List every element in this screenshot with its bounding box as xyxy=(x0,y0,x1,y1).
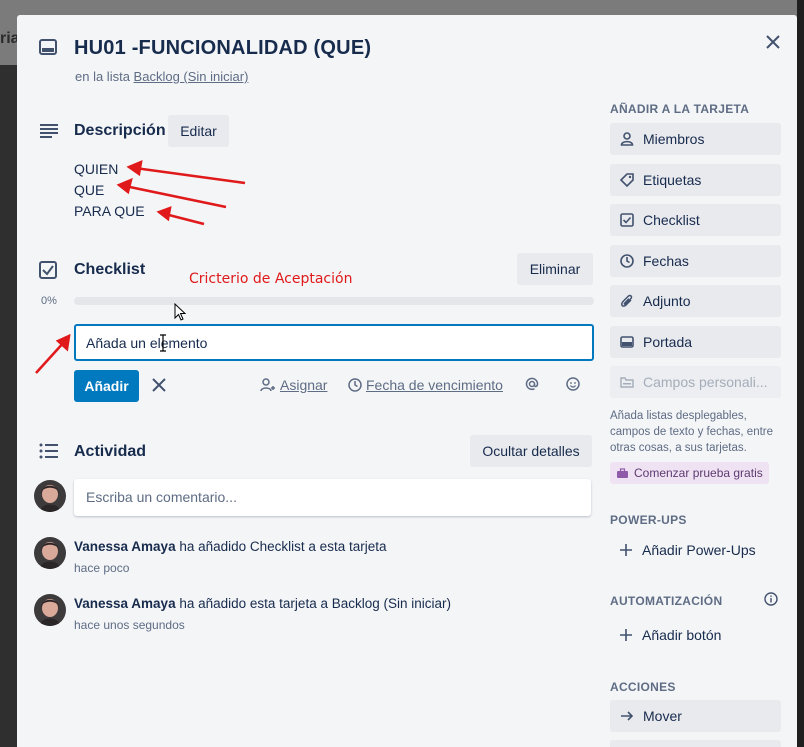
attachment-label: Adjunto xyxy=(643,293,691,309)
custom-fields-label: Campos personali... xyxy=(643,374,768,390)
close-button[interactable] xyxy=(762,31,784,53)
person-add-icon xyxy=(260,378,275,392)
card-cover-icon xyxy=(620,336,634,348)
due-date-label: Fecha de vencimiento xyxy=(366,377,503,393)
add-checklist-item-button[interactable]: Añadir xyxy=(74,370,139,402)
mouse-pointer-icon xyxy=(174,303,187,321)
mention-icon[interactable] xyxy=(525,377,539,391)
members-button[interactable]: Miembros xyxy=(610,123,781,155)
text-cursor-icon xyxy=(160,334,166,352)
labels-label: Etiquetas xyxy=(643,172,702,188)
add-button-label: Añadir botón xyxy=(642,627,722,643)
dates-label: Fechas xyxy=(643,253,689,269)
move-label: Mover xyxy=(643,708,682,724)
start-trial-button[interactable]: Comenzar prueba gratis xyxy=(610,462,769,484)
checklist-label: Checklist xyxy=(643,212,700,228)
arrow-right-icon xyxy=(621,711,634,721)
close-icon xyxy=(152,378,166,392)
clock-icon xyxy=(620,254,634,268)
cancel-add-item-button[interactable] xyxy=(151,377,167,393)
dates-button[interactable]: Fechas xyxy=(610,245,781,277)
tag-icon xyxy=(620,173,634,187)
briefcase-icon xyxy=(617,467,628,478)
powerups-heading: POWER-UPS xyxy=(610,513,687,527)
attachment-button[interactable]: Adjunto xyxy=(610,285,781,317)
delete-checklist-button[interactable]: Eliminar xyxy=(517,253,593,285)
activity-action: ha añadido Checklist a esta tarjeta xyxy=(179,539,387,554)
checklist-icon xyxy=(39,261,57,279)
plus-icon xyxy=(620,629,632,641)
person-icon xyxy=(620,132,634,146)
checklist-progress-label: 0% xyxy=(41,295,57,307)
annotation-arrow xyxy=(164,212,205,226)
members-label: Miembros xyxy=(643,131,705,147)
board-backdrop-left xyxy=(0,65,17,747)
next-action-button[interactable] xyxy=(610,740,781,747)
checklist-button[interactable]: Checklist xyxy=(610,204,781,236)
labels-button[interactable]: Etiquetas xyxy=(610,164,781,196)
avatar xyxy=(34,594,66,626)
activity-action: ha añadido esta tarjeta a Backlog (Sin i… xyxy=(179,596,451,611)
clock-icon xyxy=(348,378,362,392)
custom-fields-icon xyxy=(620,377,634,388)
arrowhead xyxy=(116,177,133,195)
info-icon[interactable] xyxy=(764,592,778,606)
acceptance-criteria-annotation: Cricterio de Aceptación xyxy=(189,271,353,287)
checklist-progress-bar xyxy=(74,297,594,305)
comment-input[interactable]: Escriba un comentario... xyxy=(74,479,591,516)
annotation-arrow xyxy=(134,166,246,185)
activity-entry: Vanessa Amaya ha añadido esta tarjeta a … xyxy=(74,596,451,611)
assign-button[interactable]: Asignar xyxy=(260,377,327,393)
board-backdrop-right xyxy=(797,0,804,747)
cover-button[interactable]: Portada xyxy=(610,326,781,358)
automation-heading: AUTOMATIZACIÓN xyxy=(610,594,723,608)
actions-heading: ACCIONES xyxy=(610,680,676,694)
close-icon xyxy=(766,35,780,49)
start-trial-label: Comenzar prueba gratis xyxy=(634,466,763,480)
activity-user[interactable]: Vanessa Amaya xyxy=(74,596,176,611)
checklist-heading: Checklist xyxy=(74,261,146,278)
add-to-card-heading: AÑADIR A LA TARJETA xyxy=(610,102,750,116)
paperclip-icon xyxy=(620,294,633,307)
add-powerups-label: Añadir Power-Ups xyxy=(642,542,756,558)
arrowhead xyxy=(156,206,172,222)
plus-icon xyxy=(620,544,632,556)
checklist-item-input[interactable] xyxy=(74,324,594,361)
annotation-arrow xyxy=(124,184,227,209)
emoji-icon[interactable] xyxy=(566,377,580,391)
due-date-button[interactable]: Fecha de vencimiento xyxy=(348,377,503,393)
toggle-details-button[interactable]: Ocultar detalles xyxy=(470,435,592,467)
checkbox-icon xyxy=(620,213,634,227)
activity-user[interactable]: Vanessa Amaya xyxy=(74,539,176,554)
add-powerups-button[interactable]: Añadir Power-Ups xyxy=(620,542,756,558)
activity-entry: Vanessa Amaya ha añadido Checklist a est… xyxy=(74,539,386,554)
activity-time[interactable]: hace unos segundos xyxy=(74,618,185,632)
assign-label: Asignar xyxy=(280,377,328,393)
custom-fields-note: Añada listas desplegables, campos de tex… xyxy=(610,410,774,454)
activity-time[interactable]: hace poco xyxy=(74,561,129,575)
activity-heading: Actividad xyxy=(74,443,147,460)
move-button[interactable]: Mover xyxy=(610,700,781,732)
add-button-button[interactable]: Añadir botón xyxy=(620,627,721,643)
card-detail-modal: HU01 -FUNCIONALIDAD (QUE) en la lista Ba… xyxy=(17,15,797,747)
annotation-arrow xyxy=(35,340,66,374)
cover-label: Portada xyxy=(643,334,693,350)
avatar xyxy=(34,537,66,569)
arrowhead xyxy=(126,159,143,177)
activity-icon xyxy=(39,443,59,459)
avatar xyxy=(34,480,66,512)
custom-fields-button[interactable]: Campos personali... xyxy=(610,366,781,398)
